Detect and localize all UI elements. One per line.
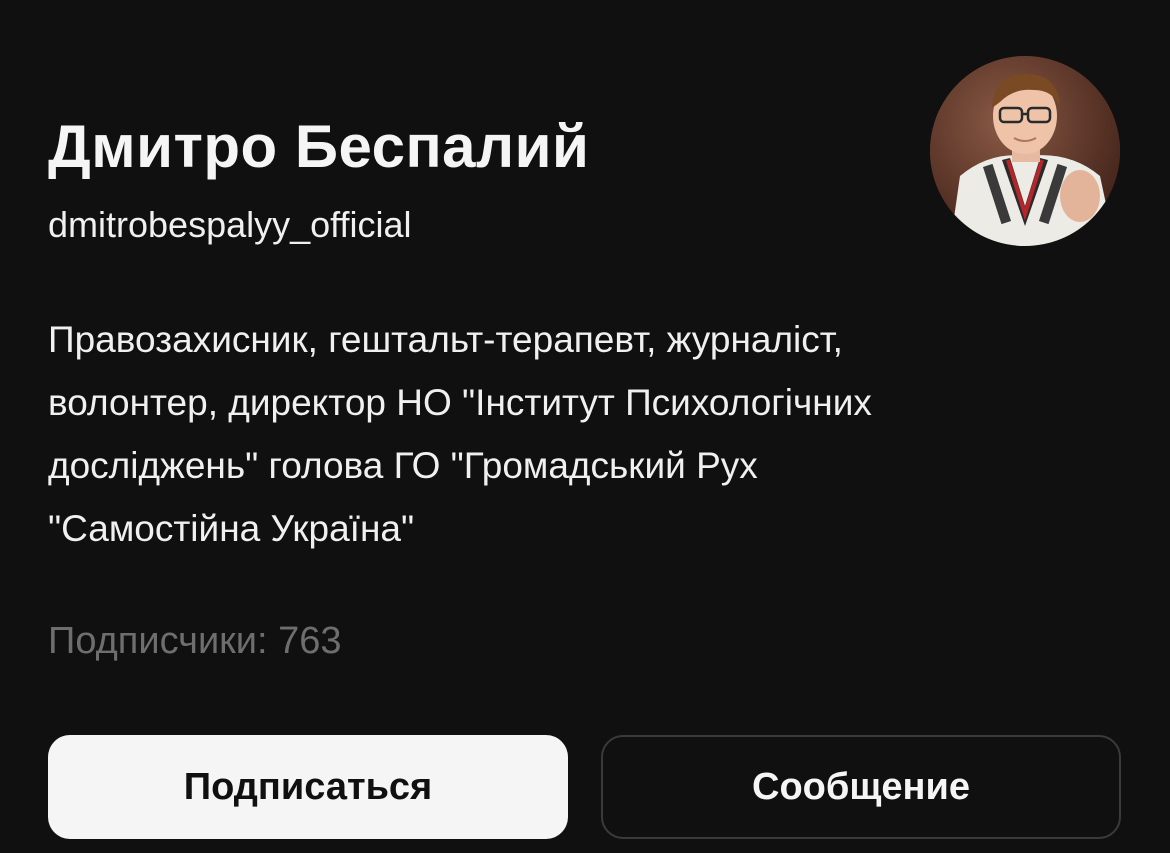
bio-line: "Самостійна Україна"	[48, 508, 415, 549]
avatar[interactable]	[930, 56, 1120, 246]
profile-card: Дмитро Беспалий dmitrobespalyy_official	[0, 0, 1170, 853]
bio-line: Правозахисник, гештальт-терапевт, журнал…	[48, 319, 843, 360]
avatar-photo-icon	[930, 56, 1120, 246]
bio-line: волонтер, директор НО "Інститут Психолог…	[48, 382, 872, 423]
message-button[interactable]: Сообщение	[601, 735, 1121, 839]
profile-display-name: Дмитро Беспалий	[48, 113, 590, 180]
profile-username: dmitrobespalyy_official	[48, 204, 412, 245]
bio-line: досліджень" голова ГО "Громадський Рух	[48, 445, 758, 486]
follow-button-label: Подписаться	[183, 765, 433, 808]
follow-button[interactable]: Подписаться	[48, 735, 568, 839]
profile-bio: Правозахисник, гештальт-терапевт, журнал…	[48, 308, 1138, 560]
message-button-label: Сообщение	[752, 765, 970, 808]
followers-count[interactable]: Подписчики: 763	[48, 620, 342, 663]
